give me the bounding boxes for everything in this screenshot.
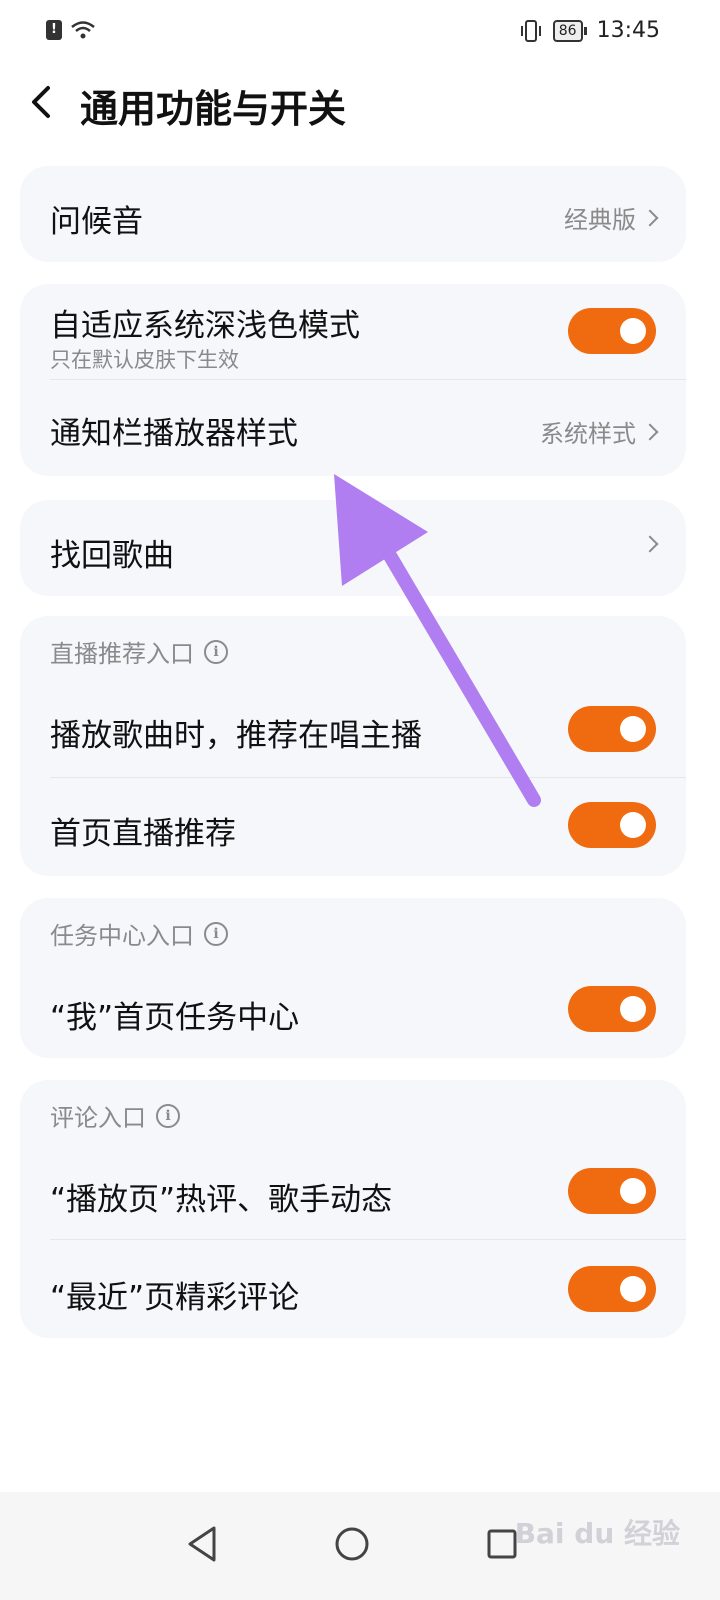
chevron-right-icon: [641, 535, 659, 553]
greeting-label: 问候音: [50, 204, 143, 240]
adaptive-sub: 只在默认皮肤下生效: [50, 348, 239, 372]
back-icon[interactable]: [22, 80, 62, 124]
live-toggle-1[interactable]: [568, 706, 656, 752]
back-nav-icon[interactable]: [172, 1514, 232, 1574]
comment-header-text: 评论入口: [50, 1104, 146, 1132]
vibrate-icon: [520, 19, 541, 42]
wifi-icon: [71, 21, 95, 39]
notif-player-label: 通知栏播放器样式: [50, 416, 298, 452]
status-bar: ! 86 13:45: [0, 0, 720, 62]
task-card: 任务中心入口 i “我”首页任务中心: [20, 898, 686, 1058]
status-right: 86 13:45: [519, 18, 660, 43]
status-left: !: [46, 20, 96, 40]
info-icon[interactable]: i: [204, 639, 228, 664]
page-title: 通用功能与开关: [80, 87, 347, 131]
recover-card: 找回歌曲: [20, 500, 686, 596]
alert-icon: !: [46, 20, 62, 40]
comment-row-1: “播放页”热评、歌手动态: [20, 1144, 686, 1240]
task-header-text: 任务中心入口: [50, 922, 194, 950]
notif-player-value: 系统样式: [540, 414, 659, 449]
greeting-value-text: 经典版: [564, 206, 636, 234]
task-toggle-1[interactable]: [568, 986, 656, 1032]
recover-row[interactable]: 找回歌曲: [20, 500, 686, 596]
clock: 13:45: [596, 18, 660, 43]
notif-player-row[interactable]: 通知栏播放器样式 系统样式: [20, 380, 686, 476]
battery-level: 86: [552, 19, 583, 42]
live-toggle-2[interactable]: [568, 802, 656, 848]
live-label-2: 首页直播推荐: [50, 816, 236, 852]
task-section-header: 任务中心入口 i: [50, 916, 228, 951]
comment-section-header: 评论入口 i: [50, 1098, 180, 1133]
live-row-1: 播放歌曲时，推荐在唱主播: [20, 682, 686, 778]
comment-label-2: “最近”页精彩评论: [50, 1280, 300, 1316]
notif-player-value-text: 系统样式: [540, 420, 636, 448]
info-icon[interactable]: i: [204, 921, 228, 946]
navigation-bar: Bai du 经验: [0, 1492, 720, 1600]
live-header-text: 直播推荐入口: [50, 640, 194, 668]
comment-row-2: “最近”页精彩评论: [20, 1240, 686, 1336]
adaptive-label: 自适应系统深浅色模式: [50, 308, 360, 344]
home-nav-icon[interactable]: [322, 1514, 382, 1574]
comment-card: 评论入口 i “播放页”热评、歌手动态 “最近”页精彩评论: [20, 1080, 686, 1338]
live-card: 直播推荐入口 i 播放歌曲时，推荐在唱主播 首页直播推荐: [20, 616, 686, 876]
adaptive-row: 自适应系统深浅色模式 只在默认皮肤下生效: [20, 284, 686, 380]
live-row-2: 首页直播推荐: [20, 778, 686, 874]
task-label-1: “我”首页任务中心: [50, 1000, 300, 1036]
comment-toggle-2[interactable]: [568, 1266, 656, 1312]
live-section-header: 直播推荐入口 i: [50, 634, 228, 669]
chevron-right-icon: [641, 209, 659, 226]
battery-icon: 86: [552, 19, 587, 42]
recover-chevron: [641, 535, 659, 553]
info-icon[interactable]: i: [156, 1103, 180, 1128]
comment-label-1: “播放页”热评、歌手动态: [50, 1182, 393, 1218]
greeting-card: 问候音 经典版: [20, 166, 686, 262]
adaptive-toggle[interactable]: [568, 308, 656, 354]
chevron-right-icon: [641, 423, 659, 440]
comment-toggle-1[interactable]: [568, 1168, 656, 1214]
greeting-row[interactable]: 问候音 经典版: [20, 166, 686, 262]
watermark: Bai du 经验: [514, 1517, 680, 1550]
task-row-1: “我”首页任务中心: [20, 962, 686, 1058]
recover-label: 找回歌曲: [50, 538, 174, 574]
greeting-value: 经典版: [564, 200, 659, 235]
live-label-1: 播放歌曲时，推荐在唱主播: [50, 718, 422, 754]
header: 通用功能与开关: [0, 62, 720, 152]
display-card: 自适应系统深浅色模式 只在默认皮肤下生效 通知栏播放器样式 系统样式: [20, 284, 686, 476]
